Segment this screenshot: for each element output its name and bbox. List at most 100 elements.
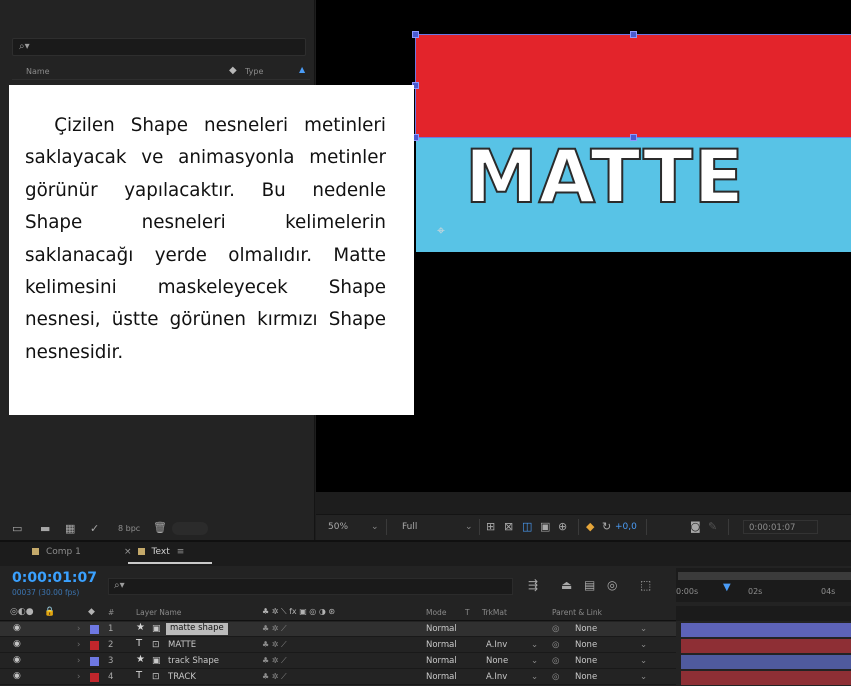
column-mode[interactable]: Mode bbox=[426, 608, 446, 617]
chevron-down-icon[interactable]: ⌄ bbox=[371, 522, 379, 532]
chevron-down-icon[interactable]: ⌄ bbox=[531, 656, 538, 666]
footer-scroll[interactable] bbox=[172, 522, 208, 535]
project-search-input[interactable]: ⌕▾ bbox=[12, 38, 306, 56]
resolution-select[interactable]: Full bbox=[402, 522, 417, 532]
transform-handle[interactable] bbox=[412, 31, 419, 38]
red-shape-layer[interactable] bbox=[416, 35, 851, 137]
twirl-arrow-icon[interactable]: › bbox=[77, 624, 80, 634]
layer-switches[interactable]: ♣ ✲ ⟋ bbox=[262, 624, 287, 634]
time-ruler[interactable]: 0:00s 02s 04s ▼ bbox=[676, 568, 851, 602]
sort-arrow-icon[interactable]: ▲ bbox=[299, 65, 305, 74]
grid-guides-icon[interactable]: ⊕ bbox=[558, 520, 567, 533]
layer-name[interactable]: matte shape bbox=[166, 623, 228, 635]
trkmat-select[interactable]: A.Inv bbox=[486, 672, 507, 682]
anchor-point-icon[interactable]: ⌖ bbox=[437, 223, 445, 239]
chevron-down-icon[interactable]: ⌄ bbox=[640, 624, 647, 634]
parent-select[interactable]: None bbox=[575, 656, 597, 666]
label-tag-icon[interactable]: ◆ bbox=[229, 65, 237, 76]
tab-text[interactable]: × Text ≡ bbox=[124, 547, 184, 557]
trkmat-select[interactable]: None bbox=[486, 656, 508, 666]
chevron-down-icon[interactable]: ⌄ bbox=[531, 672, 538, 682]
layer-duration-bar[interactable] bbox=[681, 671, 851, 685]
label-color[interactable] bbox=[90, 625, 99, 634]
transform-handle[interactable] bbox=[630, 31, 637, 38]
lock-icon[interactable]: 🔒 bbox=[44, 607, 55, 617]
frame-blending-icon[interactable]: ▤ bbox=[584, 578, 595, 592]
eye-icon[interactable]: ◉ bbox=[13, 639, 21, 649]
chevron-down-icon[interactable]: ⌄ bbox=[445, 656, 452, 666]
composition-mini-flowchart-icon[interactable]: ⇶ bbox=[528, 578, 538, 592]
color-channels-icon[interactable]: ◆ bbox=[586, 520, 594, 533]
column-t[interactable]: T bbox=[465, 608, 470, 617]
new-composition-icon[interactable]: ▦ bbox=[65, 522, 75, 535]
parent-select[interactable]: None bbox=[575, 640, 597, 650]
parent-select[interactable]: None bbox=[575, 672, 597, 682]
layer-name[interactable]: TRACK bbox=[168, 672, 196, 682]
trash-icon[interactable]: 🗑 bbox=[153, 521, 167, 534]
zoom-select[interactable]: 50% bbox=[328, 522, 348, 532]
layer-name[interactable]: track Shape bbox=[168, 656, 219, 666]
exposure-value[interactable]: +0,0 bbox=[615, 522, 637, 532]
region-of-interest-icon[interactable]: ▣ bbox=[540, 520, 550, 533]
new-folder-icon[interactable]: ▬ bbox=[40, 522, 50, 535]
mode-select[interactable]: Normal bbox=[426, 656, 457, 666]
playhead-icon[interactable]: ▼ bbox=[723, 582, 731, 593]
switches-icon[interactable]: ♣ ✲ ⟍ fx ▣ ◎ ◑ ⊛ bbox=[262, 607, 335, 617]
twirl-arrow-icon[interactable]: › bbox=[77, 672, 80, 682]
column-number[interactable]: # bbox=[108, 608, 114, 617]
chevron-down-icon[interactable]: ⌄ bbox=[445, 672, 452, 682]
chevron-down-icon[interactable]: ⌄ bbox=[465, 522, 473, 532]
chevron-down-icon[interactable]: ⌄ bbox=[640, 672, 647, 682]
label-color[interactable] bbox=[90, 641, 99, 650]
column-name[interactable]: Name bbox=[26, 67, 50, 76]
motion-blur-icon[interactable]: ◎ bbox=[607, 578, 617, 592]
layer-switches[interactable]: ♣ ✲ ⟋ bbox=[262, 640, 287, 650]
trkmat-select[interactable]: A.Inv bbox=[486, 640, 507, 650]
layer-switches[interactable]: ♣ ✲ ⟋ bbox=[262, 656, 287, 666]
flowchart-icon[interactable]: ✓ bbox=[90, 522, 99, 535]
fast-previews-icon[interactable]: ⊞ bbox=[486, 520, 495, 533]
pickwhip-icon[interactable]: ◎ bbox=[552, 656, 559, 666]
eye-icon[interactable]: ◉ bbox=[13, 623, 21, 633]
snapshot-icon[interactable]: ◙ bbox=[690, 520, 701, 533]
draft-3d-icon[interactable]: ⏏ bbox=[561, 578, 572, 592]
graph-editor-icon[interactable]: ⬚ bbox=[640, 578, 651, 592]
table-row[interactable]: ◉ › 4 T ⊡ TRACK ♣ ✲ ⟋ Normal ⌄ A.Inv ⌄ ◎… bbox=[0, 670, 676, 685]
chevron-down-icon[interactable]: ⌄ bbox=[640, 656, 647, 666]
column-parent[interactable]: Parent & Link bbox=[552, 608, 602, 617]
chevron-down-icon[interactable]: ⌄ bbox=[640, 640, 647, 650]
menu-icon[interactable]: ≡ bbox=[177, 547, 185, 557]
transform-handle[interactable] bbox=[630, 134, 637, 141]
column-source-name[interactable]: Layer Name bbox=[136, 608, 181, 617]
column-trkmat[interactable]: TrkMat bbox=[482, 608, 507, 617]
transparency-grid-icon[interactable]: ⊠ bbox=[504, 520, 513, 533]
label-color[interactable] bbox=[90, 673, 99, 682]
layer-switches[interactable]: ♣ ✲ ⟋ bbox=[262, 672, 287, 682]
column-type[interactable]: Type bbox=[245, 67, 263, 76]
mode-select[interactable]: Normal bbox=[426, 624, 457, 634]
close-icon[interactable]: × bbox=[124, 547, 132, 557]
eye-icon[interactable]: ◉ bbox=[13, 671, 21, 681]
pickwhip-icon[interactable]: ◎ bbox=[552, 640, 559, 650]
show-snapshot-icon[interactable]: ✎ bbox=[708, 520, 717, 533]
layer-name[interactable]: MATTE bbox=[168, 640, 196, 650]
table-row[interactable]: ◉ › 1 ★ ▣ matte shape ♣ ✲ ⟋ Normal ⌄ ◎ N… bbox=[0, 622, 676, 637]
timeline-search-input[interactable]: ⌕▾ bbox=[108, 578, 513, 595]
parent-select[interactable]: None bbox=[575, 624, 597, 634]
work-area-bar[interactable] bbox=[678, 572, 851, 580]
interpret-footage-icon[interactable]: ▭ bbox=[12, 522, 22, 535]
timeline-current-time[interactable]: 0:00:01:07 bbox=[12, 570, 97, 586]
matte-text[interactable]: MATTE bbox=[464, 140, 745, 215]
layer-duration-bar[interactable] bbox=[681, 639, 851, 653]
chevron-down-icon[interactable]: ⌄ bbox=[445, 640, 452, 650]
layer-duration-bar[interactable] bbox=[681, 623, 851, 637]
reset-exposure-icon[interactable]: ↻ bbox=[602, 520, 611, 533]
layer-duration-bar[interactable] bbox=[681, 655, 851, 669]
chevron-down-icon[interactable]: ⌄ bbox=[531, 640, 538, 650]
pickwhip-icon[interactable]: ◎ bbox=[552, 624, 559, 634]
current-time-display[interactable]: 0:00:01:07 bbox=[743, 520, 818, 534]
eye-icon[interactable]: ◉ bbox=[13, 655, 21, 665]
mode-select[interactable]: Normal bbox=[426, 640, 457, 650]
mask-path-icon[interactable]: ◫ bbox=[522, 520, 532, 533]
av-features-icon[interactable]: ◎◐● bbox=[10, 607, 34, 617]
